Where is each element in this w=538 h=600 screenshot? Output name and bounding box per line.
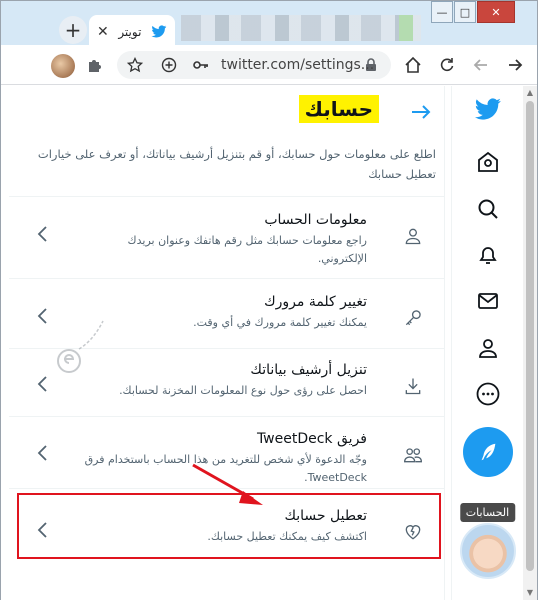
- divider: [9, 416, 445, 417]
- nav-messages[interactable]: [474, 287, 502, 315]
- url-text: twitter.com/settings...: [221, 57, 375, 73]
- mail-icon: [477, 293, 498, 309]
- blurred-tabs: [181, 15, 421, 41]
- arrow-left-icon: [473, 59, 487, 71]
- chevron-left-icon: [37, 226, 47, 242]
- back-button[interactable]: [505, 55, 525, 75]
- key-icon[interactable]: [193, 58, 209, 72]
- key-icon: [405, 310, 421, 326]
- tab-close-icon[interactable]: ✕: [97, 24, 109, 40]
- add-icon[interactable]: [161, 57, 177, 73]
- tab-strip: — □ ✕ + تويتر ✕: [1, 1, 537, 49]
- new-tab-button[interactable]: +: [59, 16, 87, 44]
- scroll-down-arrow[interactable]: ▼: [525, 588, 535, 598]
- settings-item-title: فريق TweetDeck: [256, 431, 367, 447]
- download-icon: [405, 378, 421, 395]
- twitter-sidebar: الحسابات: [451, 86, 523, 600]
- more-icon: [476, 382, 499, 406]
- puzzle-icon: [89, 60, 101, 72]
- tab-title: تويتر: [118, 25, 142, 39]
- accounts-tooltip: الحسابات: [459, 503, 516, 522]
- settings-item-desc: راجع معلومات حسابك مثل رقم هاتفك وعنوان …: [127, 234, 367, 265]
- back-arrow-icon[interactable]: [409, 100, 433, 124]
- home-button[interactable]: [403, 55, 423, 75]
- restore-button[interactable]: □: [454, 1, 476, 23]
- arrow-right-icon: [509, 59, 523, 71]
- twitter-bird-icon: [151, 25, 167, 38]
- nav-home[interactable]: [474, 148, 502, 176]
- chevron-left-icon: [37, 445, 47, 461]
- blurred-tab-accent: [399, 15, 413, 41]
- twitter-bird-icon: [474, 98, 501, 120]
- user-icon: [405, 228, 421, 245]
- people-icon: [403, 448, 423, 463]
- settings-item-title: معلومات الحساب: [264, 212, 367, 228]
- intro-text: اطلع على معلومات حول حسابك، أو قم بتنزيل…: [37, 147, 436, 181]
- settings-item-title: تنزيل أرشيف بياناتك: [250, 362, 367, 378]
- divider: [9, 196, 445, 197]
- home-icon: [477, 151, 498, 172]
- settings-item-title: تغيير كلمة مرورك: [264, 294, 367, 310]
- nav-profile[interactable]: [474, 334, 502, 362]
- browser-toolbar: twitter.com/settings...: [1, 45, 537, 85]
- page-title: حسابك: [298, 95, 379, 123]
- home-icon: [405, 56, 421, 73]
- browser-window: — □ ✕ + تويتر ✕ twitter.com/settings...: [0, 0, 538, 600]
- tweet-button[interactable]: [462, 427, 513, 477]
- user-icon: [478, 339, 497, 358]
- reload-icon: [440, 58, 454, 72]
- extensions-button[interactable]: [85, 55, 105, 75]
- nav-notifications[interactable]: [474, 241, 502, 269]
- tab-twitter[interactable]: تويتر ✕: [89, 15, 175, 49]
- nav-more[interactable]: [474, 380, 502, 408]
- search-icon: [478, 199, 498, 219]
- minimize-button[interactable]: —: [431, 1, 453, 23]
- settings-header: حسابك: [9, 86, 445, 138]
- forward-button[interactable]: [471, 55, 491, 75]
- star-icon[interactable]: [127, 57, 143, 73]
- divider: [9, 278, 445, 279]
- feather-icon: [481, 443, 495, 461]
- settings-item-account-info[interactable]: معلومات الحساب راجع معلومات حسابك مثل رق…: [9, 200, 445, 270]
- scroll-thumb[interactable]: [526, 101, 534, 571]
- annotation-arrow: [192, 463, 263, 505]
- profile-avatar[interactable]: [51, 54, 75, 78]
- settings-item-desc: احصل على رؤى حول نوع المعلومات المخزنة ل…: [119, 384, 367, 397]
- watermark-logo: [57, 320, 104, 373]
- reload-button[interactable]: [437, 55, 457, 75]
- scroll-up-arrow[interactable]: ▲: [525, 88, 535, 98]
- close-window-button[interactable]: ✕: [477, 1, 515, 23]
- twitter-logo[interactable]: [474, 96, 502, 124]
- account-avatar[interactable]: [459, 523, 516, 579]
- bell-icon: [478, 247, 497, 264]
- address-bar[interactable]: twitter.com/settings...: [117, 51, 391, 79]
- nav-explore[interactable]: [474, 195, 502, 223]
